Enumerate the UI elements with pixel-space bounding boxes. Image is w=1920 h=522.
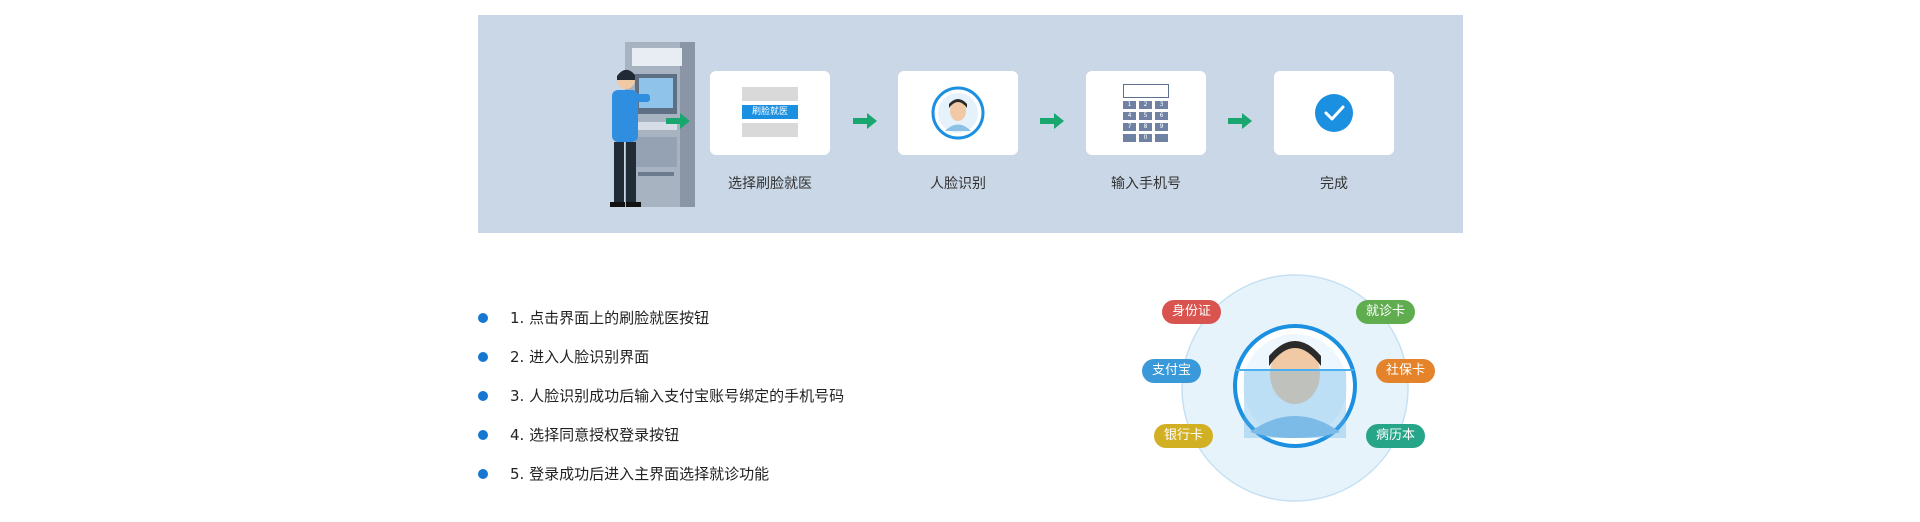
keypad-key: 4	[1123, 112, 1136, 120]
list-item: 2. 进入人脸识别界面	[478, 337, 844, 376]
instruction-text: 1. 点击界面上的刷脸就医按钮	[510, 309, 710, 327]
tag-social-card: 社保卡	[1376, 359, 1436, 383]
face-pay-screen-label: 刷脸就医	[742, 105, 798, 119]
list-item: 1. 点击界面上的刷脸就医按钮	[478, 298, 844, 337]
keypad-key: 9	[1155, 123, 1168, 131]
bullet-dot-icon	[478, 351, 488, 362]
check-circle-icon	[1315, 94, 1353, 132]
step-label-4: 完成	[1320, 176, 1348, 192]
tag-clinic-card: 就诊卡	[1356, 300, 1416, 324]
face-avatar-icon	[931, 86, 985, 140]
keypad-key: 6	[1155, 112, 1168, 120]
arrow-right-icon	[1040, 113, 1064, 129]
tag-bank-card: 银行卡	[1154, 424, 1214, 448]
keypad-key: 7	[1123, 123, 1136, 131]
process-panel: 刷脸就医 选择刷脸就医 人脸识别 1 2 3 4 5 6 7 8 9 0 输入手…	[478, 15, 1463, 233]
bullet-dot-icon	[478, 429, 488, 440]
atm-user-illustration	[610, 42, 695, 207]
instruction-text: 3. 人脸识别成功后输入支付宝账号绑定的手机号码	[510, 387, 845, 405]
tag-alipay: 支付宝	[1142, 359, 1202, 383]
keypad-key: 2	[1139, 101, 1152, 109]
arrow-right-icon	[853, 113, 877, 129]
arrow-right-icon	[666, 113, 690, 129]
list-item: 3. 人脸识别成功后输入支付宝账号绑定的手机号码	[478, 376, 844, 415]
list-item: 5. 登录成功后进入主界面选择就诊功能	[478, 454, 844, 493]
keypad-key: 8	[1139, 123, 1152, 131]
instruction-text: 5. 登录成功后进入主界面选择就诊功能	[510, 465, 770, 483]
keypad-icon: 1 2 3 4 5 6 7 8 9 0	[1123, 84, 1169, 142]
bullet-dot-icon	[478, 312, 488, 323]
face-pay-screen-icon: 刷脸就医	[742, 87, 798, 139]
step-label-3: 输入手机号	[1111, 176, 1181, 192]
keypad-key: 1	[1123, 101, 1136, 109]
step-card-face-recognition	[898, 71, 1018, 155]
keypad-key: 0	[1139, 134, 1152, 142]
instruction-list: 1. 点击界面上的刷脸就医按钮 2. 进入人脸识别界面 3. 人脸识别成功后输入…	[478, 298, 844, 493]
step-label-2: 人脸识别	[930, 176, 986, 192]
tag-medical-record: 病历本	[1366, 424, 1426, 448]
bullet-dot-icon	[478, 390, 488, 401]
keypad-key	[1123, 134, 1136, 142]
step-card-face-pay: 刷脸就医	[710, 71, 830, 155]
step-label-1: 选择刷脸就医	[728, 176, 812, 192]
arrow-right-icon	[1228, 113, 1252, 129]
keypad-key: 3	[1155, 101, 1168, 109]
instruction-text: 4. 选择同意授权登录按钮	[510, 426, 680, 444]
keypad-key	[1155, 134, 1168, 142]
tag-id-card: 身份证	[1162, 300, 1222, 324]
bullet-dot-icon	[478, 468, 488, 479]
face-recognition-illustration: 身份证 就诊卡 支付宝 社保卡 银行卡 病历本	[1132, 270, 1472, 506]
keypad-key: 5	[1139, 112, 1152, 120]
step-card-phone-input: 1 2 3 4 5 6 7 8 9 0	[1086, 71, 1206, 155]
list-item: 4. 选择同意授权登录按钮	[478, 415, 844, 454]
instruction-text: 2. 进入人脸识别界面	[510, 348, 650, 366]
step-card-complete	[1274, 71, 1394, 155]
